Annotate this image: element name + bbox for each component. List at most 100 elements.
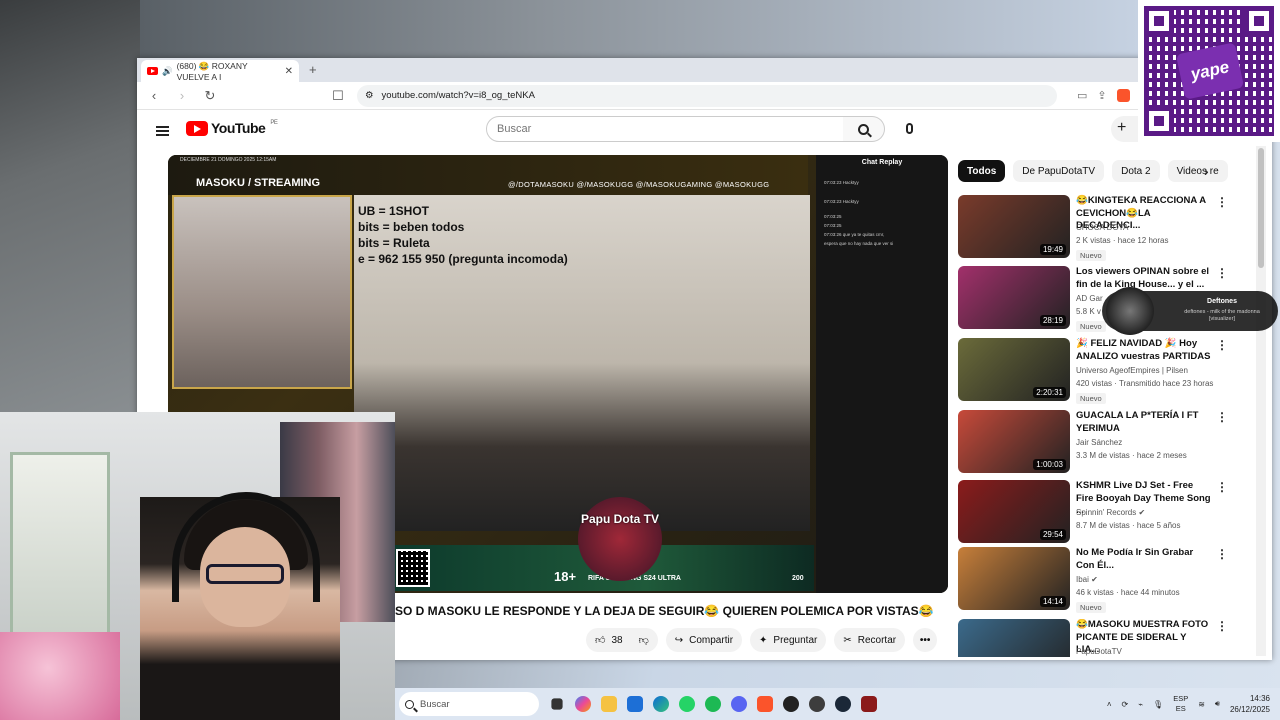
sync-icon[interactable]: ⟳: [1122, 700, 1129, 709]
voice-search-button[interactable]: [897, 116, 921, 140]
clock-date: 26/12/2025: [1229, 705, 1270, 714]
recommended-video[interactable]: 1:00:03 GUACALA LA P*TERÍA I FT YERIMUA Ja…: [958, 410, 1238, 474]
store-icon[interactable]: [627, 696, 643, 712]
overlay-line: bits = beben todos: [358, 220, 465, 234]
qr-corner: [1144, 106, 1174, 136]
video-duration: 29:54: [1039, 529, 1066, 540]
obs-icon[interactable]: [783, 696, 799, 712]
reload-icon[interactable]: ↻: [201, 88, 219, 104]
dota-icon[interactable]: [861, 696, 877, 712]
menu-icon[interactable]: [156, 126, 169, 136]
speaker-icon[interactable]: 🔊: [162, 66, 173, 77]
cast-icon[interactable]: ▭: [1077, 89, 1087, 102]
chat-line: espera que no hay nada que ver si: [824, 241, 894, 246]
channel-name[interactable]: CHOCA DOTA: [1076, 223, 1128, 232]
chevron-right-icon[interactable]: ›: [1204, 163, 1209, 179]
scrollbar[interactable]: [1256, 146, 1266, 656]
video-thumbnail[interactable]: 19:49: [958, 195, 1070, 258]
more-options-icon[interactable]: ⋮: [1216, 195, 1228, 209]
more-options-icon[interactable]: ⋮: [1216, 619, 1228, 633]
whatsapp-icon[interactable]: [679, 696, 695, 712]
chat-line: 07:03:23 Hacktyy: [824, 180, 859, 185]
mic-tray-icon[interactable]: 🎙︎: [1153, 700, 1163, 709]
volume-icon[interactable]: 🔊︎: [1215, 699, 1220, 709]
chip-related[interactable]: Videos re: [1167, 160, 1228, 182]
more-actions-button[interactable]: •••: [913, 628, 938, 652]
recommended-video[interactable]: 29:54 KSHMR Live DJ Set - Free Fire Booya…: [958, 480, 1238, 544]
tray-chevron-icon[interactable]: ˄: [1107, 700, 1112, 709]
thumbs-down-icon[interactable]: 👎︎: [639, 634, 649, 646]
video-meta: 46 k vistas · hace 44 minutos: [1076, 588, 1180, 597]
share-button[interactable]: ↪ Compartir: [665, 628, 743, 652]
wifi-icon[interactable]: ≋: [1198, 700, 1205, 709]
tab-youtube[interactable]: 🔊 (680) 😂 ROXANY VUELVE A I ✕: [141, 60, 299, 82]
recommended-video-title[interactable]: No Me Podía Ir Sin Grabar Con Él...: [1076, 547, 1211, 572]
new-badge: Nuevo: [1076, 393, 1106, 404]
video-thumbnail[interactable]: [958, 619, 1070, 657]
video-thumbnail[interactable]: 2:20:31: [958, 338, 1070, 401]
youtube-logo-text: YouTube: [211, 120, 266, 136]
share-icon[interactable]: ⇪: [1097, 89, 1106, 102]
recommended-video[interactable]: 2:20:31 🎉 FELIZ NAVIDAD 🎉 Hoy ANALIZO vue…: [958, 338, 1238, 404]
more-options-icon[interactable]: ⋮: [1216, 480, 1228, 494]
channel-name[interactable]: Jair Sánchez: [1076, 438, 1122, 447]
chip-dota2[interactable]: Dota 2: [1112, 160, 1160, 182]
more-options-icon[interactable]: ⋮: [1216, 547, 1228, 561]
search-input[interactable]: [486, 116, 844, 142]
ask-button[interactable]: ✦ Preguntar: [750, 628, 827, 652]
brave-icon[interactable]: [757, 696, 773, 712]
recommended-video[interactable]: 😂MASOKU MUESTRA FOTO PICANTE DE SIDERAL …: [958, 619, 1238, 657]
recommended-video[interactable]: 19:49 😂KINGTEKA REACCIONA A CEVICHON😂LA D…: [958, 195, 1238, 261]
yape-logo: yape: [1175, 42, 1245, 100]
share-arrow-icon: ↪: [674, 634, 684, 646]
chip-channel[interactable]: De PapuDotaTV: [1013, 160, 1105, 182]
network-icon[interactable]: ⌁: [1138, 700, 1143, 709]
steam-icon[interactable]: [835, 696, 851, 712]
chip-all[interactable]: Todos: [958, 160, 1006, 182]
video-thumbnail[interactable]: 29:54: [958, 480, 1070, 543]
yape-qr-code: yape: [1138, 0, 1280, 142]
youtube-logo[interactable]: YouTube PE: [186, 120, 278, 136]
video-meta: 5.8 K v: [1076, 307, 1101, 316]
discord-icon[interactable]: [731, 696, 747, 712]
video-duration: 2:20:31: [1033, 387, 1066, 398]
spotify-icon[interactable]: [705, 696, 721, 712]
edge-icon[interactable]: [653, 696, 669, 712]
video-thumbnail[interactable]: 14:14: [958, 547, 1070, 610]
url-field[interactable]: ⚙ youtube.com/watch?v=i8_og_teNKA: [357, 84, 1057, 107]
like-button[interactable]: 👍︎ 38 👎︎: [586, 628, 658, 652]
clock[interactable]: 14:36 26/12/2025: [1230, 693, 1270, 715]
recommended-video-title[interactable]: 🎉 FELIZ NAVIDAD 🎉 Hoy ANALIZO vuestras P…: [1076, 338, 1211, 363]
video-thumbnail[interactable]: 1:00:03: [958, 410, 1070, 473]
search-button[interactable]: [843, 116, 885, 142]
site-info-icon[interactable]: ⚙: [365, 90, 374, 101]
channel-name[interactable]: Spinnin' Records ✔: [1076, 508, 1145, 517]
close-tab-icon[interactable]: ✕: [285, 66, 293, 77]
back-icon[interactable]: ‹: [145, 88, 163, 103]
forward-icon[interactable]: ›: [173, 88, 191, 103]
file-explorer-icon[interactable]: [601, 696, 617, 712]
channel-name[interactable]: PapuDotaTV: [1076, 647, 1122, 656]
recommended-video-title[interactable]: Los viewers OPINAN sobre el fin de la Ki…: [1076, 266, 1211, 291]
copilot-icon[interactable]: [575, 696, 591, 712]
channel-name[interactable]: AD Gar: [1076, 294, 1103, 303]
taskbar-search[interactable]: Buscar: [399, 692, 539, 716]
xbox-icon[interactable]: [809, 696, 825, 712]
more-options-icon[interactable]: ⋮: [1216, 338, 1228, 352]
language-indicator[interactable]: ESP ES: [1173, 694, 1188, 714]
taskbar-search-icon: [405, 699, 414, 709]
more-options-icon[interactable]: ⋮: [1216, 266, 1228, 280]
channel-name[interactable]: Ibai ✔: [1076, 575, 1098, 584]
brave-shield-icon[interactable]: [1116, 89, 1130, 102]
task-view-icon[interactable]: [551, 698, 563, 710]
bookmark-icon[interactable]: ☐: [329, 88, 347, 104]
channel-name[interactable]: Universo AgeofEmpires | Pilsen: [1076, 366, 1188, 375]
more-options-icon[interactable]: ⋮: [1216, 410, 1228, 424]
video-thumbnail[interactable]: 28:19: [958, 266, 1070, 329]
clip-button[interactable]: ✂ Recortar: [834, 628, 906, 652]
new-tab-button[interactable]: +: [309, 62, 317, 77]
desktop-top-shade: [140, 0, 1140, 58]
thumbs-up-icon: 👍︎: [595, 635, 606, 646]
recommended-video[interactable]: 14:14 No Me Podía Ir Sin Grabar Con Él...…: [958, 547, 1238, 613]
recommended-video-title[interactable]: GUACALA LA P*TERÍA I FT YERIMUA: [1076, 410, 1211, 435]
